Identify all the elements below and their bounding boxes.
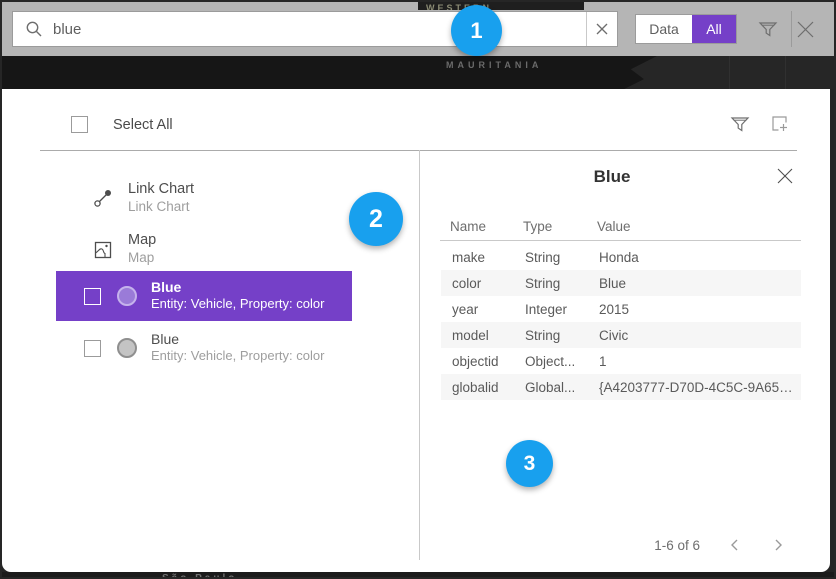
- annotation-badge-3: 3: [506, 440, 553, 487]
- annotation-badge-2: 2: [349, 192, 403, 246]
- toggle-option-all[interactable]: All: [692, 15, 736, 43]
- search-box: [12, 11, 618, 47]
- entity-circle-icon: [117, 286, 137, 306]
- attribute-table: make String Honda color String Blue year…: [441, 244, 801, 400]
- cell-name: objectid: [452, 354, 499, 369]
- data-all-toggle: Data All: [635, 14, 737, 44]
- result-subtitle: Entity: Vehicle, Property: color: [151, 296, 324, 311]
- result-title: Blue: [151, 331, 179, 347]
- cell-value: 1: [599, 354, 607, 369]
- cell-type: String: [525, 250, 560, 265]
- map-icon: [93, 240, 113, 260]
- detail-title: Blue: [420, 167, 804, 187]
- result-title: Blue: [151, 279, 181, 295]
- map-label-western: WESTERN: [426, 3, 584, 10]
- entity-circle-icon: [117, 338, 137, 358]
- toolbar-divider: [791, 11, 792, 47]
- cell-name: model: [452, 328, 489, 343]
- column-header-value: Value: [597, 219, 631, 234]
- results-filter-icon[interactable]: [729, 113, 751, 135]
- cell-type: Object...: [525, 354, 575, 369]
- map-label-sao-paulo: São Paulo: [162, 573, 834, 577]
- annotation-number: 2: [369, 205, 383, 234]
- chevron-left-icon[interactable]: [727, 537, 747, 557]
- result-checkbox[interactable]: [84, 288, 101, 305]
- pagination-label: 1-6 of 6: [612, 538, 700, 553]
- clear-icon: [596, 23, 608, 35]
- app-window: WESTERN Data All MA: [0, 0, 836, 579]
- map-sliver: WESTERN: [418, 2, 584, 10]
- cell-value: 2015: [599, 302, 629, 317]
- cell-value: Honda: [599, 250, 639, 265]
- table-row: model String Civic: [441, 322, 801, 348]
- search-results-panel: Select All Link Chart Link Chart Map Map: [2, 89, 830, 572]
- result-subtitle: Map: [128, 250, 154, 265]
- cell-value: {A4203777-D70D-4C5C-9A65-C...: [599, 380, 797, 395]
- result-item-blue[interactable]: Blue Entity: Vehicle, Property: color: [56, 323, 352, 373]
- result-subtitle: Entity: Vehicle, Property: color: [151, 348, 324, 363]
- map-background: MAURITANIA: [2, 56, 834, 89]
- table-row: objectid Object... 1: [441, 348, 801, 374]
- toggle-option-data[interactable]: Data: [636, 15, 692, 43]
- cell-type: Integer: [525, 302, 567, 317]
- cell-name: color: [452, 276, 481, 291]
- result-title: Link Chart: [128, 181, 194, 197]
- search-icon: [25, 20, 43, 38]
- result-item-blue-selected[interactable]: Blue Entity: Vehicle, Property: color: [56, 271, 352, 321]
- link-chart-icon: [93, 188, 113, 208]
- annotation-badge-1: 1: [451, 5, 502, 56]
- table-row: make String Honda: [441, 244, 801, 270]
- table-row: color String Blue: [441, 270, 801, 296]
- cell-value: Blue: [599, 276, 626, 291]
- result-subtitle: Link Chart: [128, 199, 190, 214]
- select-all-label: Select All: [113, 117, 173, 133]
- map-label-mauritania: MAURITANIA: [446, 60, 542, 70]
- table-row: year Integer 2015: [441, 296, 801, 322]
- column-divider: [419, 150, 420, 560]
- select-all-checkbox[interactable]: [71, 116, 88, 133]
- map-border-line: [785, 56, 786, 89]
- annotation-number: 1: [470, 18, 482, 44]
- filter-icon[interactable]: [757, 18, 779, 40]
- map-border-line: [729, 56, 730, 89]
- cell-type: Global...: [525, 380, 575, 395]
- chevron-right-icon[interactable]: [770, 537, 790, 557]
- table-row: globalid Global... {A4203777-D70D-4C5C-9…: [441, 374, 801, 400]
- cell-name: year: [452, 302, 478, 317]
- search-input[interactable]: [53, 21, 586, 38]
- cell-type: String: [525, 276, 560, 291]
- result-checkbox[interactable]: [84, 340, 101, 357]
- map-ocean-shape: [2, 56, 657, 89]
- close-icon[interactable]: [795, 19, 816, 40]
- search-toolbar: WESTERN Data All: [2, 2, 834, 56]
- map-background-bottom: São Paulo: [2, 572, 834, 577]
- table-header-divider: [440, 240, 801, 241]
- add-selection-icon[interactable]: [769, 113, 791, 135]
- cell-type: String: [525, 328, 560, 343]
- column-header-type: Type: [523, 219, 552, 234]
- cell-name: make: [452, 250, 485, 265]
- column-header-name: Name: [450, 219, 486, 234]
- result-title: Map: [128, 232, 156, 248]
- cell-name: globalid: [452, 380, 499, 395]
- detail-close-icon[interactable]: [776, 167, 796, 187]
- clear-search-button[interactable]: [586, 12, 617, 46]
- annotation-number: 3: [524, 452, 536, 476]
- cell-value: Civic: [599, 328, 628, 343]
